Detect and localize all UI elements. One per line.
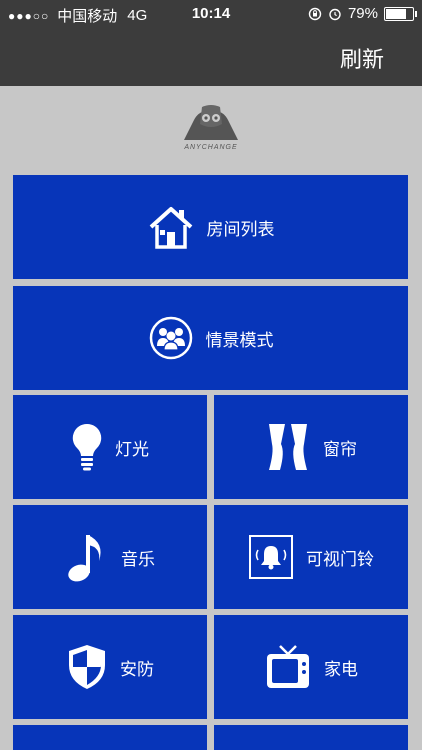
tv-icon — [267, 645, 309, 688]
status-right: 79% — [308, 5, 417, 22]
security-label: 安防 — [120, 659, 154, 679]
room-list-tile[interactable]: 房间列表 — [13, 175, 408, 279]
appliance-label: 家电 — [324, 659, 358, 679]
top-bar: ●●●○○ 中国移动 4G 10:14 79% 刷新 — [0, 0, 422, 86]
video-doorbell-label: 可视门铃 — [306, 549, 374, 569]
rotation-lock-icon — [308, 7, 322, 20]
music-label: 音乐 — [121, 549, 155, 569]
scene-mode-tile[interactable]: 情景模式 — [13, 286, 408, 390]
curtain-tile[interactable]: 窗帘 — [214, 395, 408, 499]
security-tile[interactable]: 安防 — [13, 615, 207, 719]
partial-tile-right[interactable] — [214, 725, 408, 750]
people-group-icon — [149, 316, 192, 360]
battery-percent: 79% — [347, 5, 378, 22]
partial-tile-left[interactable] — [13, 725, 207, 750]
music-tile[interactable]: 音乐 — [13, 505, 207, 609]
robot-logo-icon — [184, 105, 238, 140]
light-bulb-icon — [72, 423, 102, 471]
video-doorbell-tile[interactable]: 可视门铃 — [214, 505, 408, 609]
doorbell-icon — [249, 535, 293, 579]
logo-text: ANYCHANGE — [184, 144, 238, 151]
scene-mode-label: 情景模式 — [205, 330, 274, 350]
music-note-icon — [68, 535, 101, 582]
battery-icon — [384, 6, 417, 21]
battery-fill — [386, 8, 406, 19]
curtain-label: 窗帘 — [323, 439, 357, 459]
refresh-button[interactable]: 刷新 — [340, 42, 384, 74]
room-list-label: 房间列表 — [206, 219, 275, 239]
appliance-tile[interactable]: 家电 — [214, 615, 408, 719]
curtain-icon — [269, 424, 307, 470]
light-label: 灯光 — [115, 439, 149, 459]
status-bar: ●●●○○ 中国移动 4G 10:14 79% — [0, 0, 422, 28]
anychange-logo: ANYCHANGE — [180, 104, 242, 156]
shield-icon — [69, 645, 105, 689]
alarm-clock-icon — [329, 8, 341, 20]
house-icon — [149, 207, 192, 249]
light-tile[interactable]: 灯光 — [13, 395, 207, 499]
